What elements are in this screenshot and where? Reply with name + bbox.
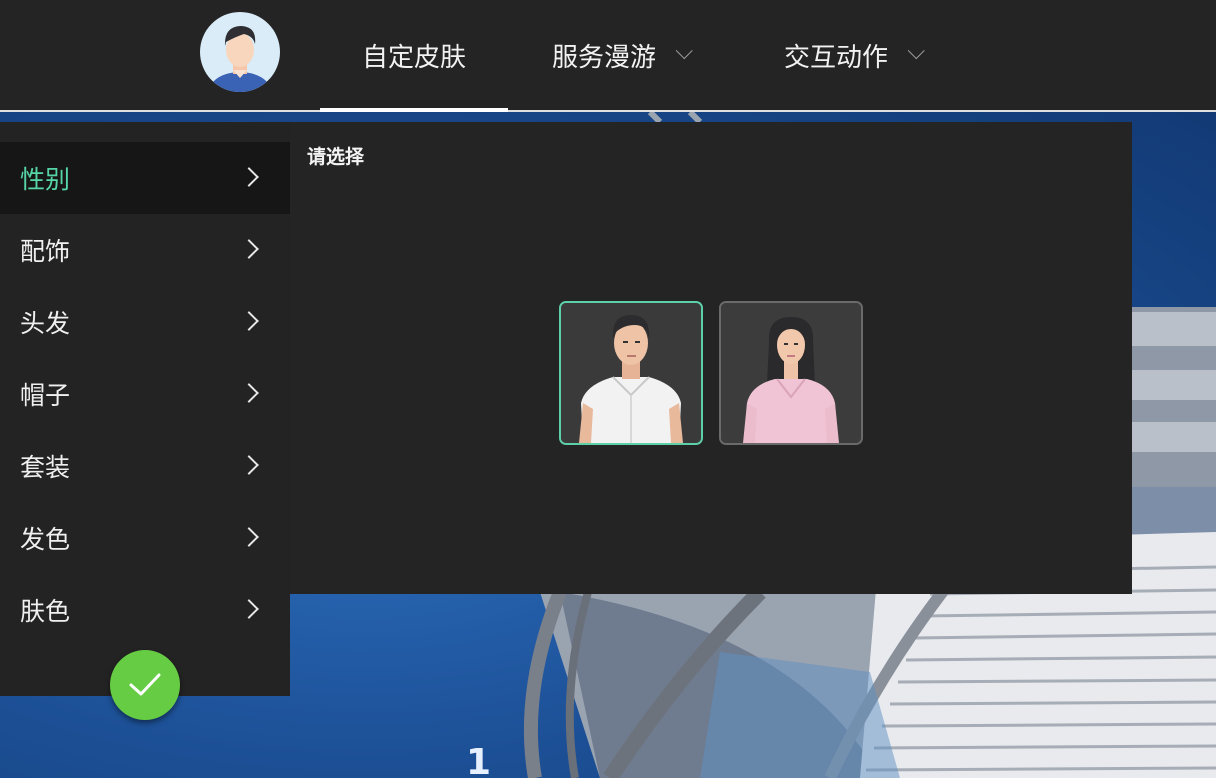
gender-option-male[interactable] — [559, 301, 703, 445]
tab-label: 服务漫游 — [552, 42, 657, 73]
sidebar-item-hat[interactable]: 帽子 — [0, 358, 290, 430]
sidebar-item-label: 配饰 — [20, 237, 71, 266]
svg-text:1: 1 — [466, 742, 491, 778]
chevron-right-icon — [239, 167, 259, 187]
chevron-right-icon — [239, 239, 259, 259]
sidebar-item-hair-color[interactable]: 发色 — [0, 502, 290, 574]
sidebar-item-label: 帽子 — [20, 381, 71, 410]
chevron-right-icon — [239, 455, 259, 475]
gender-option-female[interactable] — [719, 301, 863, 445]
sidebar-item-label: 头发 — [20, 309, 71, 338]
tab-service-tour[interactable]: 服务漫游 — [552, 0, 693, 110]
sidebar-item-label: 肤色 — [20, 597, 71, 626]
chevron-down-icon — [675, 42, 693, 60]
sidebar-item-skin-color[interactable]: 肤色 — [0, 574, 290, 646]
category-sidebar: 性别 配饰 头发 帽子 套装 发色 肤色 — [0, 122, 290, 696]
top-nav-bar: 自定皮肤 服务漫游 交互动作 — [0, 0, 1216, 112]
chevron-right-icon — [239, 599, 259, 619]
chevron-down-icon — [907, 42, 925, 60]
confirm-button[interactable] — [110, 650, 180, 720]
sidebar-item-hair[interactable]: 头发 — [0, 286, 290, 358]
tab-custom-skin[interactable]: 自定皮肤 — [319, 0, 509, 112]
sidebar-item-label: 性别 — [20, 165, 71, 194]
chevron-right-icon — [239, 311, 259, 331]
avatar-illustration — [210, 26, 270, 92]
male-character-thumbnail — [561, 303, 701, 443]
sidebar-item-label: 发色 — [20, 525, 71, 554]
female-character-thumbnail — [721, 303, 861, 443]
selection-panel: 请选择 — [290, 122, 1132, 594]
chevron-right-icon — [239, 383, 259, 403]
user-avatar[interactable] — [200, 12, 280, 92]
check-icon — [129, 673, 161, 696]
tab-interaction[interactable]: 交互动作 — [784, 0, 925, 110]
sidebar-item-accessories[interactable]: 配饰 — [0, 214, 290, 286]
chevron-right-icon — [239, 527, 259, 547]
sidebar-item-outfit[interactable]: 套装 — [0, 430, 290, 502]
sidebar-item-label: 套装 — [20, 453, 71, 482]
sidebar-item-gender[interactable]: 性别 — [0, 142, 290, 214]
panel-title: 请选择 — [307, 146, 365, 168]
tab-label: 交互动作 — [784, 42, 889, 73]
tab-label: 自定皮肤 — [362, 42, 467, 73]
